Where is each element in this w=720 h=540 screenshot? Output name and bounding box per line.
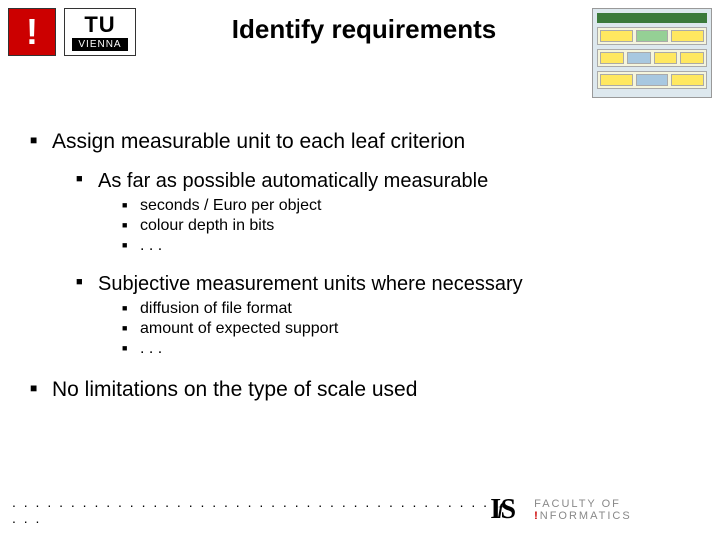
- bullet-auto-measurable: As far as possible automatically measura…: [76, 170, 690, 255]
- ifs-logo: IfS: [490, 494, 516, 526]
- bullet-subjective-units: Subjective measurement units where neces…: [76, 273, 690, 358]
- footer-right: IfS FACULTY OF !NFORMATICS: [490, 494, 708, 526]
- logo-tu-top: TU: [84, 14, 115, 36]
- bullet-expected-support: amount of expected support: [122, 320, 690, 338]
- header: ! TU VIENNA Identify requirements: [8, 8, 712, 64]
- slide-title: Identify requirements: [136, 8, 592, 45]
- logo-tu-vienna: TU VIENNA: [64, 8, 136, 56]
- slide-content: Assign measurable unit to each leaf crit…: [30, 130, 690, 416]
- bullet-seconds-euro: seconds / Euro per object: [122, 197, 690, 215]
- bullet-ellipsis-1: . . .: [122, 237, 690, 255]
- bullet-assign-unit: Assign measurable unit to each leaf crit…: [30, 130, 690, 358]
- logo-red-exclamation: !: [8, 8, 56, 56]
- footer-dots: . . . . . . . . . . . . . . . . . . . . …: [12, 494, 490, 526]
- bullet-no-limitations: No limitations on the type of scale used: [30, 378, 690, 402]
- bullet-colour-depth: colour depth in bits: [122, 217, 690, 235]
- logo-red-text: !: [26, 11, 38, 53]
- footer: . . . . . . . . . . . . . . . . . . . . …: [12, 494, 708, 526]
- faculty-label: FACULTY OF !NFORMATICS: [534, 498, 708, 522]
- bullet-diffusion: diffusion of file format: [122, 300, 690, 318]
- logo-tu-bottom: VIENNA: [72, 38, 127, 51]
- bullet-ellipsis-2: . . .: [122, 340, 690, 358]
- workflow-diagram-thumbnail: [592, 8, 712, 98]
